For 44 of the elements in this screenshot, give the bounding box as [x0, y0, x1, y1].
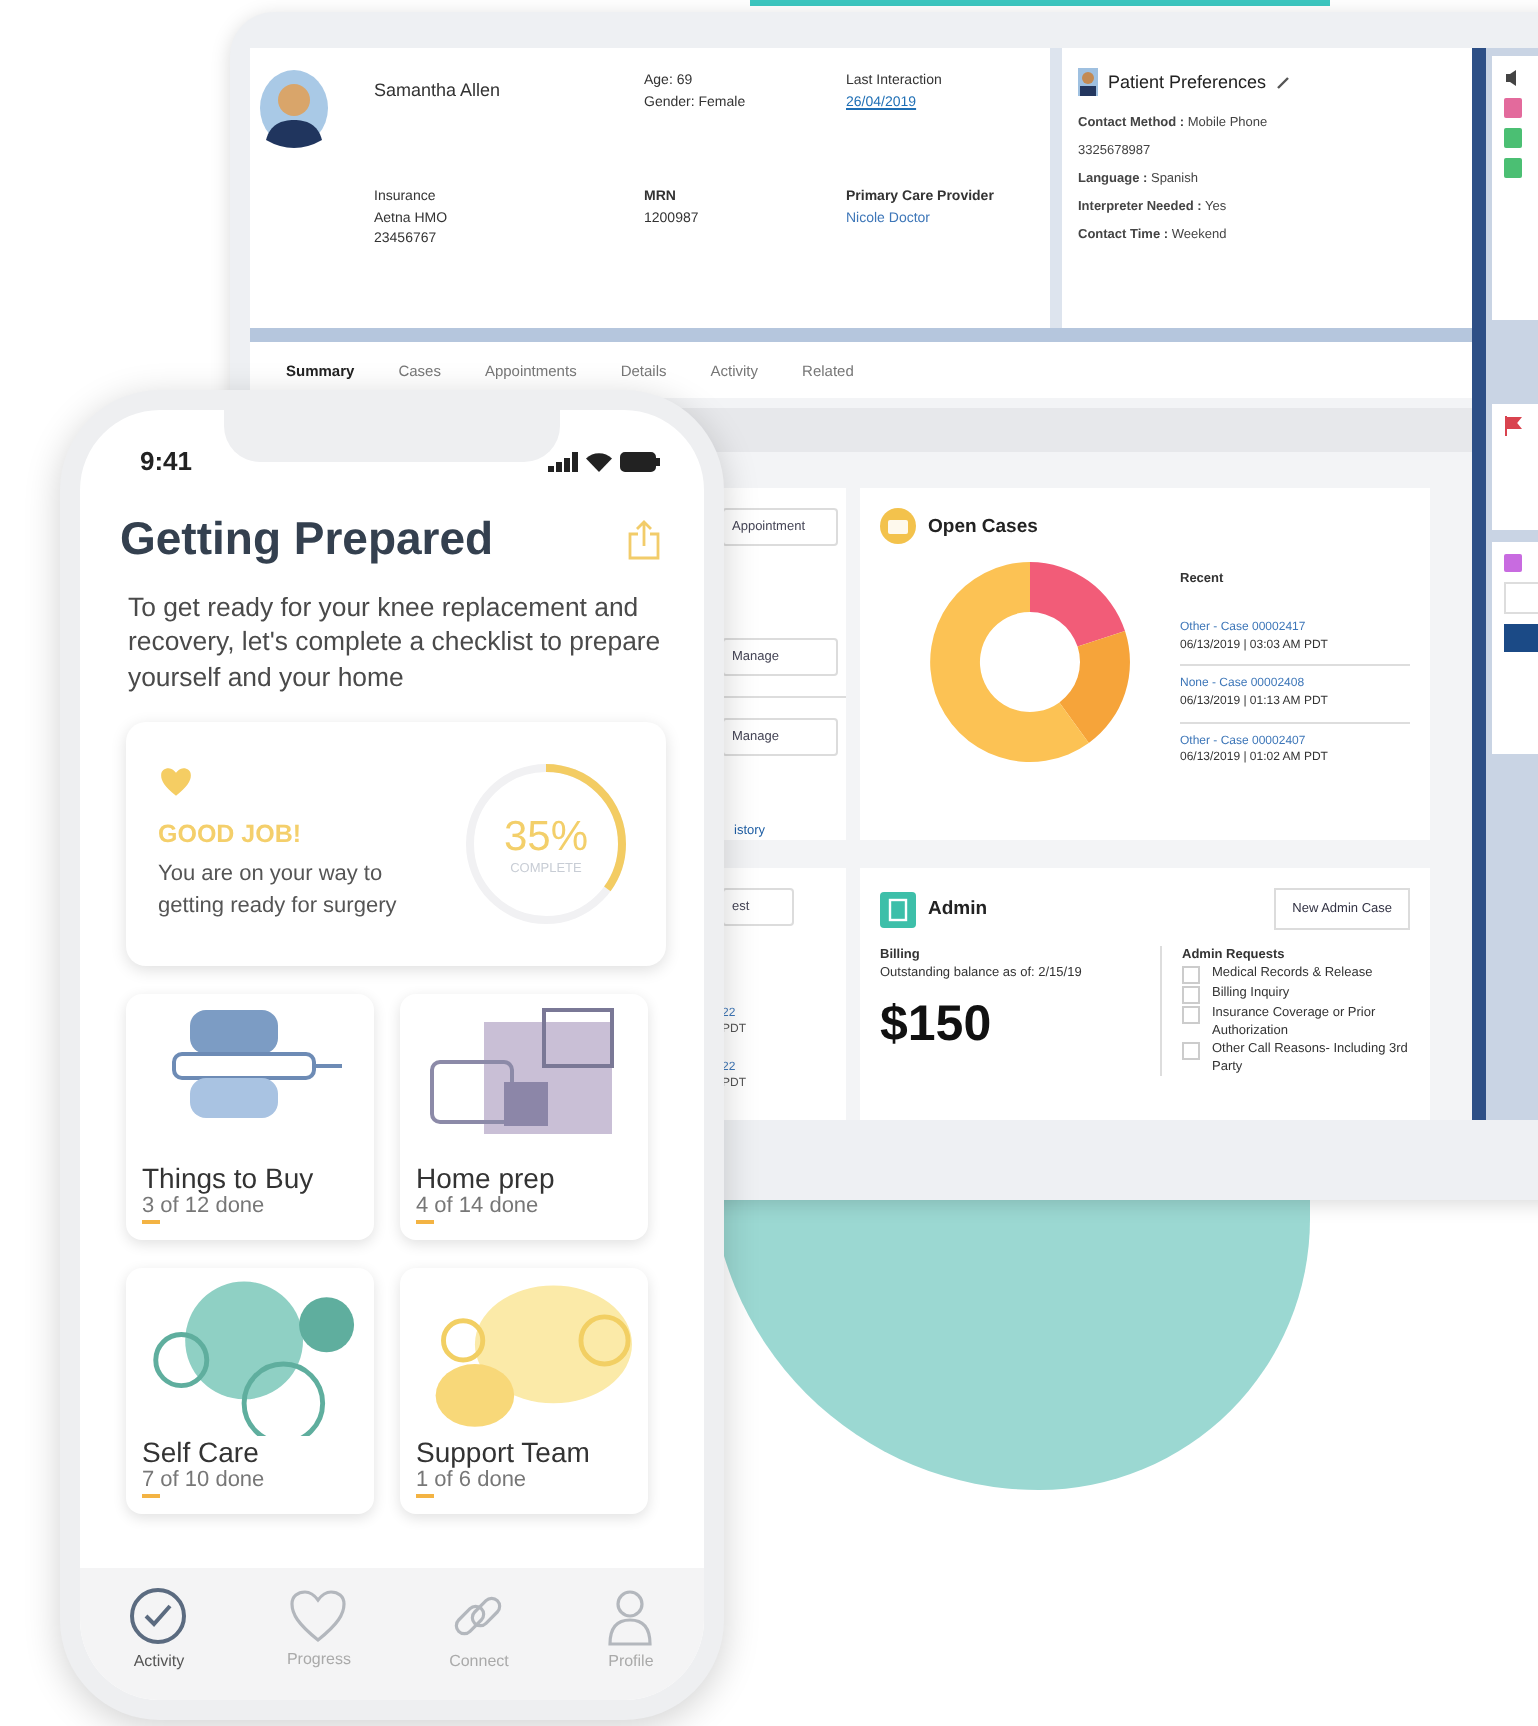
clipboard-icon — [880, 891, 916, 927]
pencil-icon[interactable] — [1276, 75, 1291, 89]
wifi-icon — [586, 451, 612, 471]
tile-count: 3 of 12 done — [142, 1194, 267, 1223]
folder-icon — [880, 508, 916, 544]
preferences-title: Patient Preferences — [1108, 72, 1267, 92]
checklist-tile[interactable]: Home prep 4 of 14 done — [400, 994, 648, 1241]
card-title: Open Cases — [928, 515, 1038, 537]
tile-title: Self Care — [142, 1436, 261, 1469]
tab-bar-item[interactable]: Activity — [128, 1586, 189, 1670]
progress-text: You are on your way to getting ready for surgery — [158, 859, 399, 922]
checklist-tile[interactable]: Self Care 7 of 10 done — [126, 1268, 374, 1515]
balance-amount: $150 — [880, 994, 994, 1057]
checkbox[interactable] — [1182, 986, 1200, 1005]
avatar-icon — [258, 68, 330, 148]
page-title: Getting Prepared — [120, 512, 494, 566]
tile-count: 7 of 10 done — [142, 1468, 267, 1497]
tile-title: Things to Buy — [142, 1162, 316, 1195]
battery-icon — [620, 451, 660, 471]
check-circle-icon — [128, 1586, 189, 1646]
card-title: Admin — [928, 898, 988, 920]
tile-count: 4 of 14 done — [416, 1194, 541, 1223]
tile-title: Home prep — [416, 1162, 557, 1195]
percent-text: 35% — [503, 813, 589, 862]
heart-icon — [158, 765, 194, 798]
status-time: 9:41 — [140, 446, 193, 476]
app-icon — [1504, 554, 1522, 572]
tile-count: 1 of 6 done — [416, 1468, 529, 1497]
share-icon[interactable] — [628, 519, 660, 559]
signal-icon — [548, 451, 578, 471]
intro-text: To get ready for your knee replacement and recovery, let's complete a checklist to prepare yourself and your home — [128, 590, 663, 695]
checkbox[interactable] — [1182, 1042, 1200, 1061]
avatar-icon — [1078, 68, 1098, 96]
checkbox[interactable] — [1182, 966, 1200, 985]
patient-name: Samantha Allen — [374, 78, 503, 104]
checklist-tile[interactable]: Support Team 1 of 6 done — [400, 1268, 648, 1515]
person-icon — [606, 1586, 655, 1646]
heart-icon — [288, 1588, 349, 1644]
speaker-icon — [1504, 68, 1522, 88]
flag-icon — [1504, 416, 1522, 436]
tile-title: Support Team — [416, 1436, 592, 1469]
progress-heading: GOOD JOB! — [158, 819, 304, 848]
checkbox[interactable] — [1182, 1006, 1200, 1025]
checklist-tile[interactable]: Things to Buy 3 of 12 done — [126, 994, 374, 1241]
